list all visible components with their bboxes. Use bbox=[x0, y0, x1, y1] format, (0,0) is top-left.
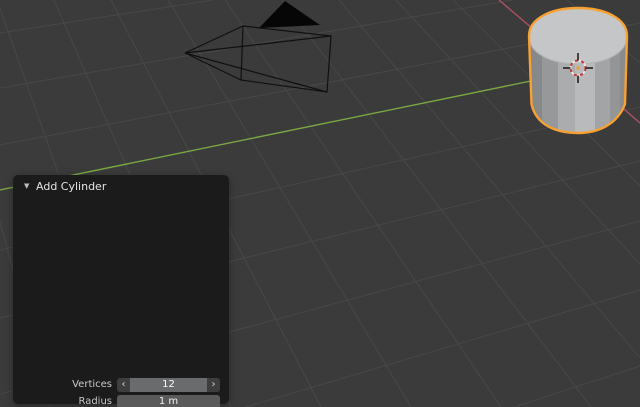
panel-title: Add Cylinder bbox=[36, 179, 107, 193]
field-row-vertices: Vertices ‹ 12 › bbox=[13, 378, 229, 392]
vertices-value[interactable]: 12 bbox=[130, 378, 207, 392]
add-cylinder-panel: ▼ Add Cylinder Vertices ‹ 12 › Radius 1 … bbox=[13, 175, 229, 407]
stepper-right-icon[interactable]: › bbox=[207, 378, 220, 392]
field-row-radius: Radius 1 m bbox=[13, 395, 229, 407]
camera-object[interactable] bbox=[184, 1, 332, 93]
radius-field[interactable]: 1 m bbox=[117, 395, 220, 407]
radius-label: Radius bbox=[78, 396, 112, 407]
y-axis-line bbox=[0, 80, 532, 191]
vertices-label: Vertices bbox=[72, 379, 112, 390]
camera-up-triangle bbox=[259, 1, 320, 28]
cylinder-object[interactable] bbox=[525, 5, 630, 140]
disclosure-triangle-icon[interactable]: ▼ bbox=[24, 182, 34, 190]
panel-header[interactable]: ▼ Add Cylinder bbox=[13, 175, 229, 197]
stepper-left-icon[interactable]: ‹ bbox=[117, 378, 130, 392]
vertices-stepper[interactable]: ‹ 12 › bbox=[117, 378, 220, 392]
